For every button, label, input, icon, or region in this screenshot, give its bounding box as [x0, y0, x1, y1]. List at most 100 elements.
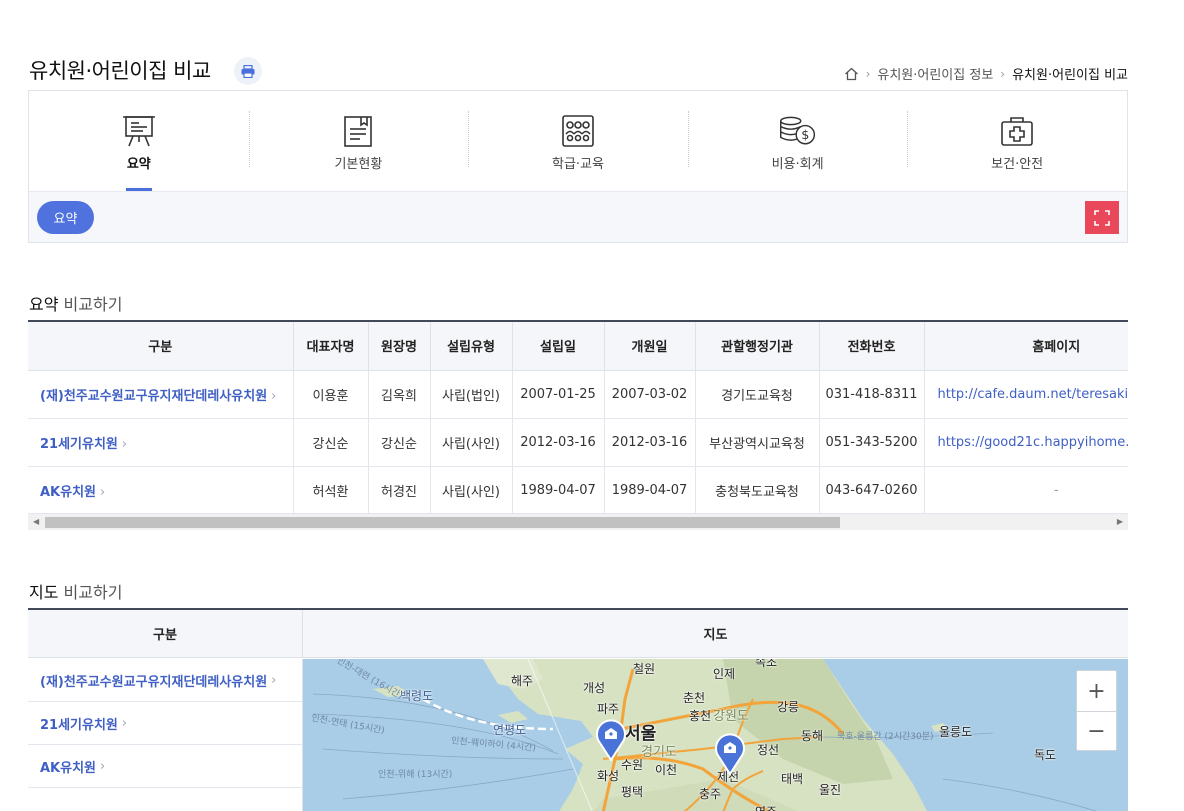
map-label-chungju: 충주 [699, 787, 722, 801]
map-kindergarten-link[interactable]: 21세기유치원 › [28, 702, 302, 745]
home-icon[interactable] [844, 67, 859, 81]
chevron-right-icon: › [865, 66, 871, 81]
map-marker-pin[interactable] [713, 731, 747, 776]
map-label-route-5: 묵호-울릉간 (2시간30분) [837, 732, 934, 742]
tab-cost-accounting[interactable]: $ 비용·회계 [687, 91, 908, 191]
map-kindergarten-link[interactable]: (재)천주교수원교구유지재단데레사유치원 › [28, 659, 302, 702]
kindergarten-name-link[interactable]: 21세기유치원 › [28, 418, 293, 467]
tab-label: 보건·안전 [991, 157, 1044, 172]
chevron-right-icon: › [100, 484, 106, 500]
first-aid-kit-icon [997, 113, 1037, 149]
category-tabs: 요약 기본현황 학급·교육 $ 비용·회계 보건·안전 [29, 91, 1127, 191]
summary-subbar: 요약 [29, 191, 1127, 242]
chevron-right-icon: › [271, 672, 277, 688]
opened-cell: 2007-03-02 [603, 370, 695, 419]
scroll-left-icon[interactable]: ◀ [33, 517, 39, 526]
office-cell: 경기도교육청 [694, 370, 819, 419]
expand-icon [1094, 209, 1110, 226]
map-kindergarten-link[interactable]: AK유치원 › [28, 745, 302, 788]
chevron-right-icon: › [271, 388, 277, 404]
map-label-route-4: 인천-위해 (13시간) [378, 770, 453, 780]
map-name-list: (재)천주교수원교구유지재단데레사유치원 › 21세기유치원 › AK유치원 › [28, 659, 302, 788]
breadcrumb-item[interactable]: 유치원·어린이집 정보 [877, 64, 993, 83]
phone-cell: 031-418-8311 [818, 370, 924, 419]
fullscreen-button[interactable] [1085, 201, 1119, 234]
representative-cell: 이용훈 [292, 370, 368, 419]
homepage-empty-cell: - [923, 466, 1128, 515]
breadcrumb-current: 유치원·어린이집 비교 [1012, 68, 1128, 83]
page-title: 유치원·어린이집 비교 [29, 59, 211, 83]
map-label-ulleungdo: 울릉도 [939, 725, 973, 739]
map-label-haeju: 해주 [511, 674, 534, 688]
map-label-icheon: 이천 [655, 763, 678, 777]
scroll-right-icon[interactable]: ▶ [1117, 517, 1123, 526]
tab-label: 비용·회계 [771, 157, 824, 172]
founded-cell: 1989-04-07 [511, 466, 604, 515]
kindergarten-name-link[interactable]: AK유치원 › [28, 466, 293, 515]
opened-cell: 2012-03-16 [603, 418, 695, 467]
column-header: 설립유형 [429, 322, 512, 371]
map-label-jeongseon: 정선 [757, 743, 780, 757]
map-label-hongcheon: 홍천 [689, 709, 712, 723]
map-label-yeongju: 영주 [755, 803, 777, 811]
map-label-paju: 파주 [597, 702, 620, 716]
tab-summary[interactable]: 요약 [29, 91, 249, 191]
column-header: 대표자명 [292, 322, 368, 371]
type-cell: 사립(사인) [429, 418, 512, 467]
kindergarten-name-link[interactable]: (재)천주교수원교구유지재단데레사유치원 › [28, 370, 293, 419]
tab-label: 학급·교육 [551, 157, 604, 172]
document-bookmark-icon [338, 113, 378, 149]
map-label-donghae: 동해 [801, 729, 824, 743]
summary-pill-button[interactable]: 요약 [37, 201, 94, 234]
printer-icon [241, 64, 255, 78]
map-label-taebaek: 태백 [781, 772, 804, 786]
print-button[interactable] [234, 57, 262, 85]
table-row: AK유치원 › 허석환 허경진 사립(사인) 1989-04-07 1989-04… [28, 466, 1128, 515]
map-label-cheorwon: 철원 [633, 662, 656, 676]
map-label-chuncheon: 춘천 [683, 691, 706, 705]
homepage-link[interactable]: https://good21c.happyihome.com [923, 418, 1128, 467]
chevron-right-icon: › [121, 715, 128, 731]
tab-basic-status[interactable]: 기본현황 [248, 91, 469, 191]
phone-cell: 043-647-0260 [818, 466, 924, 515]
zoom-out-button[interactable]: − [1077, 711, 1116, 751]
horizontal-scrollbar[interactable]: ◀ ▶ [28, 513, 1128, 530]
summary-table-container: 구분 대표자명 원장명 설립유형 설립일 개원일 관할행정기관 전화번호 홈페이… [28, 320, 1128, 515]
map-label-gangwon: 강원도 [713, 709, 749, 724]
summary-section-title: 요약 비교하기 [29, 295, 123, 314]
category-tabs-panel: 요약 기본현황 학급·교육 $ 비용·회계 보건·안전 요약 [28, 90, 1128, 243]
summary-table: 구분 대표자명 원장명 설립유형 설립일 개원일 관할행정기관 전화번호 홈페이… [28, 322, 1128, 515]
tab-health-safety[interactable]: 보건·안전 [907, 91, 1127, 191]
map-label-dokdo: 독도 [1034, 748, 1057, 762]
chevron-right-icon: › [121, 436, 128, 452]
tab-label: 기본현황 [334, 157, 383, 172]
map-label-gangneung: 강릉 [777, 700, 800, 714]
map-comparison-table: 구분 지도 (재)천주교수원교구유지재단데레사유치원 › 21세기유치원 › AK유… [28, 608, 1128, 811]
class-group-icon [558, 113, 598, 149]
map-section-title: 지도 비교하기 [29, 583, 123, 602]
founded-cell: 2007-01-25 [511, 370, 604, 419]
phone-cell: 051-343-5200 [818, 418, 924, 467]
column-header: 구분 [28, 610, 302, 658]
type-cell: 사립(사인) [429, 466, 512, 515]
scrollbar-thumb[interactable] [45, 517, 840, 528]
column-header: 관할행정기관 [694, 322, 819, 371]
founded-cell: 2012-03-16 [511, 418, 604, 467]
kakao-map[interactable]: 서울 개성 해주 파주 철원 인제 속초 춘천 홍천 강원도 강릉 동해 정선 … [303, 659, 1128, 811]
tab-class-education[interactable]: 학급·교육 [468, 91, 688, 191]
office-cell: 부산광역시교육청 [694, 418, 819, 467]
map-label-hwaseong: 화성 [597, 769, 620, 783]
homepage-link[interactable]: http://cafe.daum.net/teresakids [923, 370, 1128, 419]
map-label-sokcho: 속초 [755, 659, 778, 669]
column-header: 설립일 [511, 322, 604, 371]
director-cell: 강신순 [367, 418, 430, 467]
table-header-row: 구분 대표자명 원장명 설립유형 설립일 개원일 관할행정기관 전화번호 홈페이… [28, 322, 1128, 371]
office-cell: 충청북도교육청 [694, 466, 819, 515]
representative-cell: 허석환 [292, 466, 368, 515]
director-cell: 김옥희 [367, 370, 430, 419]
map-label-inje: 인제 [713, 667, 736, 681]
table-row: 21세기유치원 › 강신순 강신순 사립(사인) 2012-03-16 2012-… [28, 418, 1128, 467]
map-marker-pin[interactable] [594, 717, 628, 762]
zoom-in-button[interactable]: + [1077, 671, 1116, 711]
chevron-right-icon: › [100, 758, 106, 774]
